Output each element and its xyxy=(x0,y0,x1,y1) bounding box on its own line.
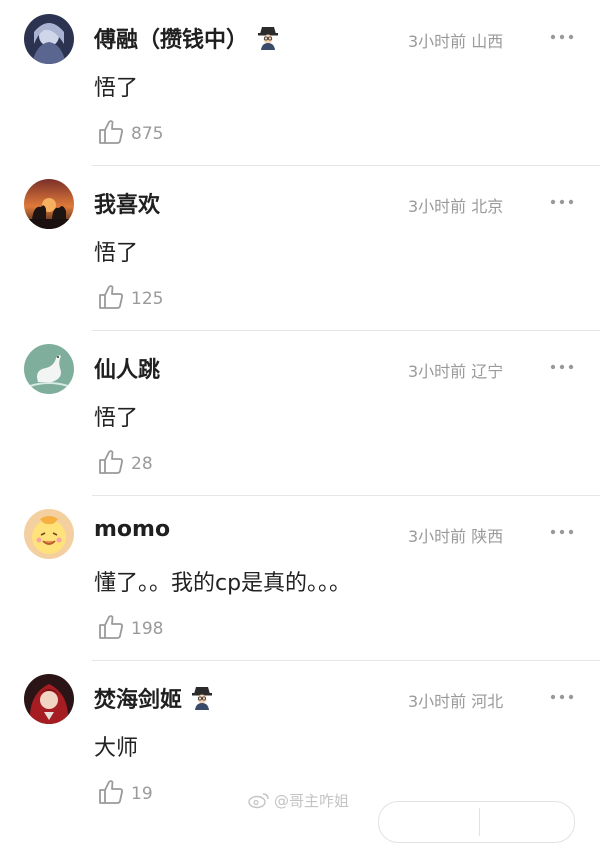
more-options-icon[interactable] xyxy=(548,356,576,378)
username[interactable]: 我喜欢 xyxy=(94,187,160,219)
username[interactable]: 焚海剑姬 xyxy=(94,682,214,714)
comment-text: 悟了 xyxy=(94,241,139,266)
username[interactable]: 傅融（攒钱中） xyxy=(94,22,280,54)
comment-text: 悟了 xyxy=(94,76,139,101)
detective-badge-icon xyxy=(256,24,280,50)
comment-text: 悟了 xyxy=(94,406,139,431)
watermark-text: @哥主咋姐 xyxy=(274,792,350,810)
watermark: @哥主咋姐 xyxy=(248,790,349,811)
user-avatar[interactable] xyxy=(24,14,74,64)
like-count: 19 xyxy=(131,784,153,804)
comment-location: 山西 xyxy=(471,32,504,51)
comment-item: 仙人跳 3小时前 辽宁 悟了 28 xyxy=(0,330,600,496)
thumbs-up-icon xyxy=(99,450,123,474)
like-count: 875 xyxy=(131,124,164,144)
like-count: 198 xyxy=(131,619,164,639)
bottom-comment-bar[interactable] xyxy=(378,801,575,843)
user-avatar[interactable] xyxy=(24,674,74,724)
username[interactable]: momo xyxy=(94,517,170,542)
comment-time: 3小时前 xyxy=(408,32,467,51)
like-count: 125 xyxy=(131,289,164,309)
comment-location: 北京 xyxy=(471,197,504,216)
comment-item: 我喜欢 3小时前 北京 悟了 125 xyxy=(0,165,600,331)
comment-time: 3小时前 xyxy=(408,197,467,216)
more-options-icon[interactable] xyxy=(548,191,576,213)
comment-item: momo 3小时前 陕西 懂了。。我的cp是真的。。。 198 xyxy=(0,495,600,661)
comment-location: 辽宁 xyxy=(471,362,504,381)
comment-text: 懂了。。我的cp是真的。。。 xyxy=(94,571,352,596)
user-avatar[interactable] xyxy=(24,179,74,229)
comment-meta: 3小时前 山西 xyxy=(408,28,503,52)
detective-badge-icon xyxy=(190,684,214,710)
user-avatar[interactable] xyxy=(24,344,74,394)
comment-meta: 3小时前 北京 xyxy=(408,193,503,217)
thumbs-up-icon xyxy=(99,285,123,309)
comment-time: 3小时前 xyxy=(408,527,467,546)
comment-text: 大师 xyxy=(94,736,139,761)
weibo-logo-icon xyxy=(248,791,270,809)
comment-time: 3小时前 xyxy=(408,692,467,711)
comment-meta: 3小时前 辽宁 xyxy=(408,358,503,382)
more-options-icon[interactable] xyxy=(548,521,576,543)
divider xyxy=(479,808,480,836)
comment-meta: 3小时前 陕西 xyxy=(408,523,503,547)
comment-time: 3小时前 xyxy=(408,362,467,381)
comment-meta: 3小时前 河北 xyxy=(408,688,503,712)
like-count: 28 xyxy=(131,454,153,474)
thumbs-up-icon xyxy=(99,780,123,804)
more-options-icon[interactable] xyxy=(548,686,576,708)
username[interactable]: 仙人跳 xyxy=(94,352,160,384)
user-avatar[interactable] xyxy=(24,509,74,559)
thumbs-up-icon xyxy=(99,120,123,144)
comment-location: 陕西 xyxy=(471,527,504,546)
thumbs-up-icon xyxy=(99,615,123,639)
comment-location: 河北 xyxy=(471,692,504,711)
comment-item: 傅融（攒钱中） 3小时前 山西 悟了 875 xyxy=(0,0,600,166)
more-options-icon[interactable] xyxy=(548,26,576,48)
